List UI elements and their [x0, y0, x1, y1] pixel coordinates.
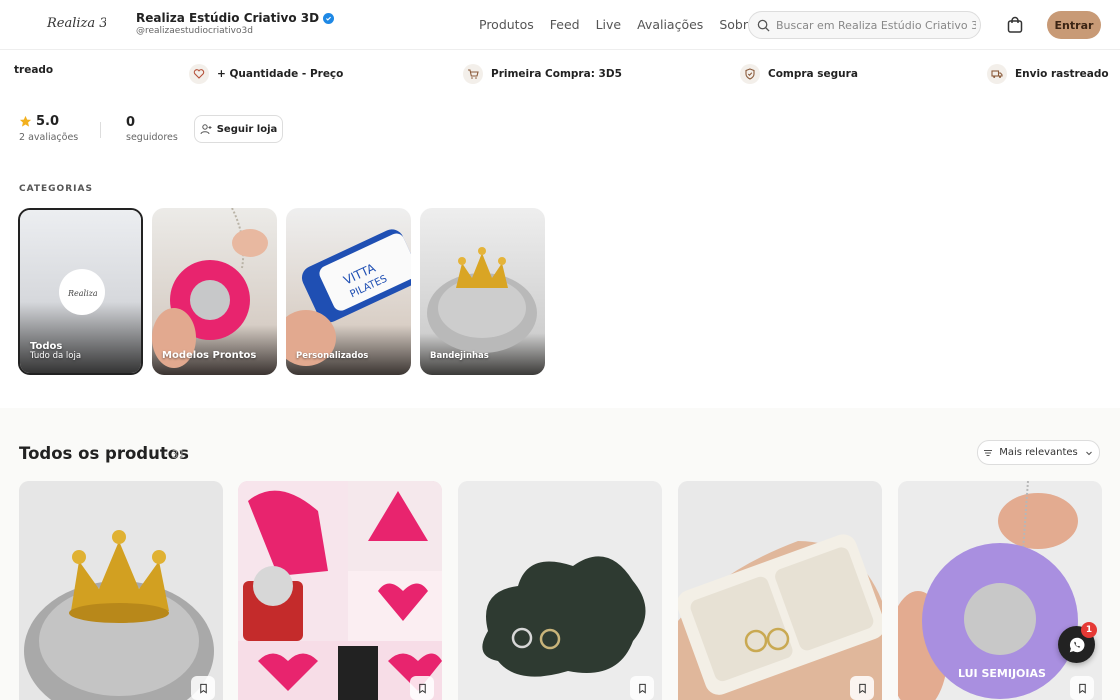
perk-item: Envio rastreado: [987, 64, 1109, 84]
verified-icon: [323, 12, 335, 24]
category-todos[interactable]: Realiza Todos Tudo da loja: [18, 208, 143, 375]
product-card[interactable]: [238, 481, 442, 700]
follow-store-button[interactable]: Seguir loja: [194, 115, 283, 143]
product-image-pink-keychains: [238, 481, 442, 700]
rating: 5.0: [19, 114, 59, 129]
rating-count[interactable]: 2 avaliações: [19, 132, 78, 143]
store-name: Realiza Estúdio Criativo 3D: [136, 11, 335, 25]
login-button[interactable]: Entrar: [1047, 11, 1101, 39]
category-image: [420, 208, 545, 375]
perk-label: + Quantidade - Preço: [217, 68, 344, 80]
bookmark-icon[interactable]: [191, 676, 215, 700]
products-count: · 31: [165, 449, 186, 461]
rating-value: 5.0: [36, 114, 60, 129]
nav-live[interactable]: Live: [596, 17, 622, 32]
bookmark-icon[interactable]: [850, 676, 874, 700]
search-icon: [757, 19, 770, 32]
store-logo[interactable]: Realiza 3D: [44, 9, 106, 39]
cart-icon: [463, 64, 483, 84]
store-handle: @realizaestudiocriativo3d: [136, 26, 253, 36]
category-label: Personalizados: [296, 351, 369, 361]
bookmark-icon[interactable]: [1070, 676, 1094, 700]
store-name-text: Realiza Estúdio Criativo 3D: [136, 11, 320, 25]
product-image-white-divided-tray: [678, 481, 882, 700]
nav-produtos[interactable]: Produtos: [479, 17, 534, 32]
category-image: VITTA PILATES: [286, 208, 411, 375]
shield-icon: [740, 64, 760, 84]
whatsapp-icon: [1069, 637, 1084, 652]
product-card[interactable]: [678, 481, 882, 700]
sort-label: Mais relevantes: [999, 447, 1078, 458]
followers-label: seguidores: [126, 132, 178, 143]
category-sub: Tudo da loja: [30, 351, 82, 361]
add-user-icon: [200, 124, 212, 135]
products-title: Todos os produtos: [19, 444, 189, 463]
search-input[interactable]: [776, 18, 976, 32]
svg-text:LUI SEMIJOIAS: LUI SEMIJOIAS: [958, 667, 1046, 680]
category-modelos-prontos[interactable]: Modelos Prontos: [152, 208, 277, 375]
bookmark-icon[interactable]: [630, 676, 654, 700]
perk-label: Primeira Compra: 3D5: [491, 68, 622, 80]
product-image-crown-tray: [19, 481, 223, 700]
perk-label: treado: [14, 64, 54, 76]
filter-icon: [984, 449, 993, 456]
chat-badge: 1: [1081, 622, 1097, 638]
sort-dropdown[interactable]: Mais relevantes: [977, 440, 1100, 465]
bookmark-icon[interactable]: [410, 676, 434, 700]
perk-item: Compra segura: [740, 64, 858, 84]
nav-feed[interactable]: Feed: [550, 17, 580, 32]
perks-strip: treado + Quantidade - Preço Primeira Com…: [0, 51, 1120, 99]
header: Realiza 3D Realiza Estúdio Criativo 3D @…: [0, 0, 1120, 50]
svg-text:Realiza: Realiza: [67, 289, 98, 298]
stats-divider: [100, 122, 101, 138]
perk-item: + Quantidade - Preço: [189, 64, 343, 84]
perk-item: treado: [0, 64, 53, 76]
category-personalizados[interactable]: VITTA PILATES Personalizados: [286, 208, 411, 375]
perk-label: Envio rastreado: [1015, 68, 1109, 80]
logo-mark: Realiza 3D: [46, 16, 106, 31]
cart-icon[interactable]: [1005, 15, 1025, 35]
perk-label: Compra segura: [768, 68, 858, 80]
category-bandejinhas[interactable]: Bandejinhas: [420, 208, 545, 375]
product-card[interactable]: [458, 481, 662, 700]
chevron-down-icon: [1085, 451, 1092, 455]
search-bar: [748, 11, 981, 39]
logo-text: Realiza 3D: [46, 16, 106, 31]
follow-label: Seguir loja: [216, 123, 278, 135]
product-image-dark-cloud-tray: [458, 481, 662, 700]
categories-title: CATEGORIAS: [19, 184, 93, 194]
store-stats: 5.0 2 avaliações 0 seguidores Seguir loj…: [0, 100, 1120, 180]
product-card[interactable]: [19, 481, 223, 700]
heart-icon: [189, 64, 209, 84]
main-nav: Produtos Feed Live Avaliações Sobre: [479, 17, 755, 32]
star-icon: [19, 115, 32, 127]
nav-avaliacoes[interactable]: Avaliações: [637, 17, 703, 32]
category-label: Bandejinhas: [430, 351, 489, 361]
product-image-lilac-mirror-keychain: LUI SEMIJOIAS: [898, 481, 1102, 700]
perk-item: Primeira Compra: 3D5: [463, 64, 622, 84]
product-card[interactable]: LUI SEMIJOIAS: [898, 481, 1102, 700]
category-label: Modelos Prontos: [162, 350, 257, 361]
truck-icon: [987, 64, 1007, 84]
followers-count: 0: [126, 115, 136, 130]
